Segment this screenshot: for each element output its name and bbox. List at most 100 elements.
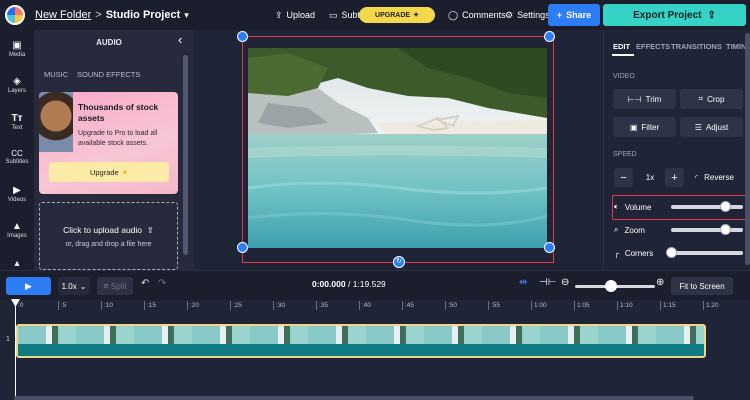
videos-icon: ▶ <box>13 185 21 196</box>
settings-label: Settings <box>517 10 550 20</box>
settings-button[interactable]: ⚙ Settings <box>505 0 550 30</box>
ruler-tick: :15 <box>144 301 156 310</box>
resize-handle-bottom-left[interactable] <box>237 242 248 253</box>
upgrade-label: UPGRADE <box>375 11 411 19</box>
timeline-ruler[interactable]: :0:5:10:15:20:25:30:35:40:45:50:55 1:00 1:… <box>0 300 750 316</box>
nav-text-label: Text <box>11 125 23 131</box>
upload-audio-dropzone[interactable]: Click to upload audio ⇪ or, drag and dro… <box>39 202 178 270</box>
zoom-slider[interactable] <box>671 228 743 232</box>
breadcrumb-separator: > <box>95 9 102 21</box>
ruler-tick: 1:15 <box>660 301 676 310</box>
gear-icon: ⚙ <box>505 9 514 20</box>
tab-music[interactable]: MUSIC <box>44 70 68 79</box>
nav-videos[interactable]: ▶ Videos <box>0 185 34 203</box>
timeline-zoom-knob[interactable] <box>605 280 617 292</box>
clip-thumbnails <box>18 326 704 344</box>
time-separator: / <box>347 279 351 289</box>
timeline-scrollbar[interactable] <box>14 396 694 400</box>
breadcrumb-folder-link[interactable]: New Folder <box>35 9 91 21</box>
corners-slider-knob[interactable] <box>666 247 677 258</box>
video-section-heading: VIDEO <box>613 73 635 80</box>
nav-images[interactable]: ▲ Images <box>0 221 34 239</box>
play-button[interactable]: ▶ <box>6 277 51 295</box>
chevron-left-icon[interactable]: ‹ <box>178 32 182 47</box>
sparkle-icon: ✦ <box>121 167 129 177</box>
export-icon: ⇪ <box>707 9 716 21</box>
volume-slider[interactable] <box>671 205 743 209</box>
stock-assets-promo: Thousands of stock assets Upgrade to Pro… <box>39 92 178 194</box>
clip-waveform <box>18 344 704 356</box>
speed-value: 1x <box>645 173 655 182</box>
left-nav: ▣ Media ◈ Layers Tт Text CC Subtitles ▶ … <box>0 30 34 270</box>
promo-upgrade-label: Upgrade <box>89 167 119 177</box>
resize-handle-bottom-right[interactable] <box>544 242 555 253</box>
timeline-tracks: 1 <box>0 316 750 400</box>
upload-button[interactable]: ⇪ Upload <box>275 0 315 30</box>
media-icon: ▣ <box>12 40 22 51</box>
audio-panel-scrollbar[interactable] <box>183 55 188 255</box>
nav-layers[interactable]: ◈ Layers <box>0 76 34 94</box>
chevron-down-icon[interactable]: ▾ <box>184 10 189 21</box>
chevron-down-icon: ⌄ <box>79 281 87 291</box>
tab-edit[interactable]: EDIT <box>613 42 630 51</box>
resize-handle-top-left[interactable] <box>237 31 248 42</box>
speed-increase-button[interactable]: + <box>665 168 684 187</box>
volume-slider-knob[interactable] <box>720 201 731 212</box>
share-button[interactable]: + Share <box>548 4 600 26</box>
fit-to-screen-button[interactable]: Fit to Screen <box>671 277 733 295</box>
video-preview-frame[interactable] <box>248 48 547 248</box>
adjust-icon: ☰ <box>694 122 702 132</box>
export-project-button[interactable]: Export Project ⇪ <box>603 4 746 26</box>
ruler-tick: 1:20 <box>703 301 719 310</box>
subtitles-icon: ▭ <box>329 9 338 20</box>
speed-section-heading: SPEED <box>613 151 637 158</box>
active-tab-indicator <box>612 54 634 56</box>
resize-handle-top-right[interactable] <box>544 31 555 42</box>
video-clip[interactable] <box>16 324 706 358</box>
reverse-toggle[interactable]: ◜ Reverse <box>695 168 734 187</box>
selection-box[interactable]: ↻ <box>237 31 555 268</box>
corners-slider[interactable] <box>671 251 743 255</box>
split-view-icon[interactable]: ⊣⊢ <box>539 277 556 288</box>
zoom-in-icon[interactable]: ⊕ <box>656 277 664 288</box>
trim-button[interactable]: ⊢⊣ Trim <box>613 89 676 109</box>
redo-icon[interactable]: ↷ <box>158 278 166 289</box>
filter-button[interactable]: ▣ Filter <box>613 117 676 137</box>
corner-radius-icon: ╭ <box>614 248 619 258</box>
adjust-button[interactable]: ☰ Adjust <box>680 117 743 137</box>
text-icon: Tт <box>11 113 23 124</box>
tab-sound-effects[interactable]: SOUND EFFECTS <box>77 70 140 79</box>
playhead[interactable] <box>15 300 16 400</box>
current-time: 0:00.000 <box>312 279 346 289</box>
app-logo[interactable] <box>5 5 25 25</box>
reverse-label: Reverse <box>704 173 734 182</box>
edit-panel-scrollbar[interactable] <box>745 33 750 265</box>
ruler-tick: 1:00 <box>531 301 547 310</box>
zoom-out-icon[interactable]: ⊖ <box>561 277 569 288</box>
speed-decrease-button[interactable]: − <box>614 168 633 187</box>
track-number: 1 <box>6 336 10 343</box>
ruler-tick: :50 <box>445 301 457 310</box>
nav-text[interactable]: Tт Text <box>0 113 34 131</box>
nav-media[interactable]: ▣ Media <box>0 40 34 58</box>
split-button[interactable]: ⧈ Split <box>97 277 133 295</box>
project-title[interactable]: Studio Project <box>106 9 181 21</box>
tab-transitions[interactable]: TRANSITIONS <box>671 42 722 51</box>
promo-upgrade-button[interactable]: Upgrade ✦ <box>49 162 169 182</box>
zoom-icon: ⌕ <box>614 225 619 234</box>
comments-button[interactable]: ◯ Comments <box>448 0 506 30</box>
filter-label: Filter <box>641 122 660 132</box>
snap-icon[interactable]: ⇹ <box>519 277 527 288</box>
ruler-tick: :5 <box>58 301 66 310</box>
zoom-slider-knob[interactable] <box>720 224 731 235</box>
playback-rate-dropdown[interactable]: 1.0x ⌄ <box>58 277 90 295</box>
nav-images-label: Images <box>7 233 27 239</box>
tab-effects[interactable]: EFFECTS <box>636 42 670 51</box>
undo-icon[interactable]: ↶ <box>141 278 149 289</box>
crop-button[interactable]: ⌗ Crop <box>680 89 743 109</box>
rotate-handle-icon[interactable]: ↻ <box>393 256 405 268</box>
upgrade-button[interactable]: UPGRADE ✦ <box>359 7 435 23</box>
nav-subtitles[interactable]: CC Subtitles <box>0 149 34 165</box>
nav-more[interactable]: ▴ <box>0 258 34 270</box>
volume-label: Volume <box>624 202 652 212</box>
